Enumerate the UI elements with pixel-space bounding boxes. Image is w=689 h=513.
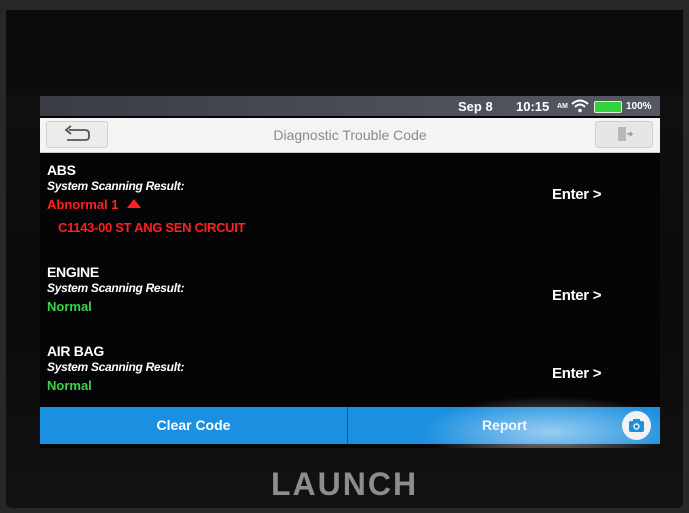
bottom-action-bar: Clear Code Report	[40, 407, 660, 444]
system-status-text: Abnormal 1	[47, 197, 119, 212]
device-top-bezel	[6, 10, 683, 95]
exit-door-icon	[596, 127, 652, 151]
system-status: Normal	[47, 378, 92, 393]
system-name: AIR BAG	[47, 343, 105, 359]
battery-icon	[594, 101, 622, 113]
system-item-airbag: AIR BAG System Scanning Result: Normal	[47, 343, 184, 393]
status-time: 10:15	[516, 99, 550, 114]
system-status: Normal	[47, 299, 92, 314]
page-title: Diagnostic Trouble Code	[273, 127, 427, 143]
status-bar: Sep 8 10:15 AM 100%	[40, 96, 660, 116]
expand-triangle-icon[interactable]	[126, 199, 141, 208]
system-item-abs: ABS System Scanning Result: Abnormal 1 C…	[47, 162, 246, 235]
camera-icon	[622, 419, 651, 444]
status-ampm: AM	[557, 103, 568, 110]
enter-button-abs[interactable]: Enter >	[552, 186, 601, 203]
wifi-icon	[570, 99, 590, 116]
system-name: ENGINE	[47, 264, 99, 280]
system-name: ABS	[47, 162, 76, 178]
enter-button-airbag[interactable]: Enter >	[552, 365, 601, 382]
system-item-engine: ENGINE System Scanning Result: Normal	[47, 264, 184, 314]
status-date: Sep 8	[458, 99, 493, 114]
clear-code-button[interactable]: Clear Code	[40, 407, 348, 444]
device-screen: Sep 8 10:15 AM 100% Diagnostic Trouble C…	[40, 96, 660, 448]
report-button[interactable]: Report	[349, 407, 660, 444]
title-bar: Diagnostic Trouble Code	[40, 118, 660, 153]
camera-button[interactable]	[622, 411, 651, 440]
device-brand-logo: LAUNCH	[270, 466, 419, 502]
enter-button-engine[interactable]: Enter >	[552, 287, 601, 304]
battery-percent: 100%	[626, 101, 652, 112]
system-result-label: System Scanning Result:	[47, 281, 185, 295]
system-result-label: System Scanning Result:	[47, 360, 185, 374]
dtc-code: C1143-00 ST ANG SEN CIRCUIT	[58, 220, 246, 235]
exit-button[interactable]	[595, 121, 653, 148]
system-result-label: System Scanning Result:	[47, 179, 185, 193]
system-status: Abnormal 1	[47, 197, 245, 212]
